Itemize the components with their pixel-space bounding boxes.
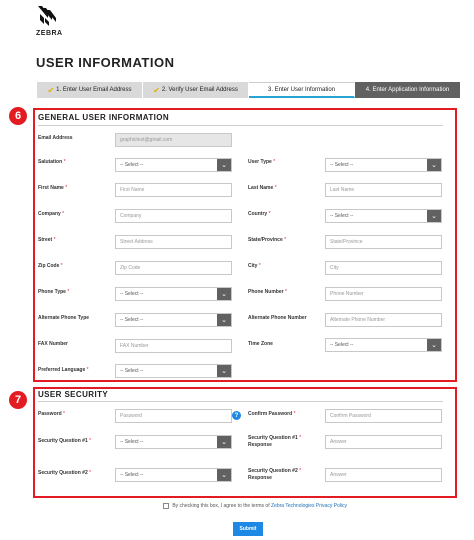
zip-input[interactable]: Zip Code bbox=[115, 261, 232, 275]
phone-type-label: Phone Type * bbox=[38, 289, 70, 295]
zip-label: Zip Code * bbox=[38, 263, 63, 269]
country-label: Country * bbox=[248, 211, 271, 217]
zebra-logo-text: ZEBRA bbox=[36, 30, 63, 37]
privacy-policy-link[interactable]: Zebra Technologies Privacy Policy bbox=[271, 503, 347, 509]
time-zone-label: Time Zone bbox=[248, 341, 273, 347]
company-label: Company * bbox=[38, 211, 65, 217]
user-type-select[interactable]: -- Select -- ⌄ bbox=[325, 158, 442, 172]
step-1-label: 1. Enter User Email Address bbox=[56, 87, 132, 93]
chevron-down-icon: ⌄ bbox=[427, 210, 441, 222]
phone-number-label: Phone Number * bbox=[248, 289, 287, 295]
city-input[interactable]: City bbox=[325, 261, 442, 275]
confirm-password-label: Confirm Password * bbox=[248, 411, 296, 417]
security-q2-label: Security Question #2 * bbox=[38, 470, 92, 476]
step-3-label: 3. Enter User Information bbox=[267, 86, 336, 93]
chevron-down-icon: ⌄ bbox=[217, 288, 231, 300]
fax-input[interactable]: FAX Number bbox=[115, 339, 232, 353]
page-title: USER INFORMATION bbox=[36, 55, 175, 70]
security-q1-answer-input[interactable]: Answer bbox=[325, 435, 442, 449]
phone-number-input[interactable]: Phone Number bbox=[325, 287, 442, 301]
progress-steps: ✔ 1. Enter User Email Address ✔ 2. Verif… bbox=[37, 82, 460, 98]
email-field: graphictest@gmail.com bbox=[115, 133, 232, 147]
language-select[interactable]: -- Select -- ⌄ bbox=[115, 364, 232, 378]
step-1[interactable]: ✔ 1. Enter User Email Address bbox=[37, 82, 143, 98]
first-name-input[interactable]: First Name bbox=[115, 183, 232, 197]
consent-checkbox[interactable] bbox=[162, 502, 169, 509]
security-q1-response-label: Security Question #1 * Response bbox=[248, 435, 302, 448]
chevron-down-icon: ⌄ bbox=[217, 159, 231, 171]
password-input[interactable]: Password bbox=[115, 409, 232, 423]
state-label: State/Province * bbox=[248, 237, 287, 243]
security-q2-select[interactable]: -- Select -- ⌄ bbox=[115, 468, 232, 482]
company-input[interactable]: Company bbox=[115, 209, 232, 223]
section-divider bbox=[38, 401, 443, 402]
security-q1-label: Security Question #1 * bbox=[38, 438, 92, 444]
password-label: Password * bbox=[38, 411, 65, 417]
check-icon: ✔ bbox=[153, 85, 160, 95]
confirm-password-input[interactable]: Confirm Password bbox=[325, 409, 442, 423]
submit-button[interactable]: Submit bbox=[233, 522, 263, 536]
last-name-label: Last Name * bbox=[248, 185, 277, 191]
first-name-label: First Name * bbox=[38, 185, 68, 191]
alt-phone-type-select[interactable]: -- Select -- ⌄ bbox=[115, 313, 232, 327]
consent-row: By checking this box, I agree to the ter… bbox=[150, 502, 360, 510]
fax-label: FAX Number bbox=[38, 341, 69, 347]
help-icon[interactable]: ? bbox=[232, 411, 241, 420]
chevron-down-icon: ⌄ bbox=[217, 469, 231, 481]
alt-phone-number-input[interactable]: Alternate Phone Number bbox=[325, 313, 442, 327]
street-input[interactable]: Street Address bbox=[115, 235, 232, 249]
chevron-down-icon: ⌄ bbox=[217, 314, 231, 326]
email-label: Email Address bbox=[38, 135, 73, 141]
consent-text: By checking this box, I agree to the ter… bbox=[172, 503, 270, 509]
security-section-title: USER SECURITY bbox=[38, 390, 109, 399]
step-4-label: 4. Enter Application Information bbox=[365, 87, 450, 93]
general-section-title: GENERAL USER INFORMATION bbox=[38, 113, 170, 122]
callout-badge-6: 6 bbox=[9, 107, 27, 125]
state-input[interactable]: State/Province bbox=[325, 235, 442, 249]
language-label: Preferred Language * bbox=[38, 367, 89, 373]
chevron-down-icon: ⌄ bbox=[217, 365, 231, 377]
phone-type-select[interactable]: -- Select -- ⌄ bbox=[115, 287, 232, 301]
time-zone-select[interactable]: -- Select -- ⌄ bbox=[325, 338, 442, 352]
chevron-down-icon: ⌄ bbox=[217, 436, 231, 448]
step-4[interactable]: 4. Enter Application Information bbox=[355, 82, 460, 98]
security-q2-response-label: Security Question #2 * Response bbox=[248, 468, 302, 481]
street-label: Street * bbox=[38, 237, 56, 243]
section-divider bbox=[38, 125, 443, 126]
alt-phone-number-label: Alternate Phone Number bbox=[248, 315, 307, 321]
step-3[interactable]: 3. Enter User Information bbox=[249, 82, 355, 98]
step-2[interactable]: ✔ 2. Verify User Email Address bbox=[143, 82, 249, 98]
security-q1-select[interactable]: -- Select -- ⌄ bbox=[115, 435, 232, 449]
alt-phone-type-label: Alternate Phone Type bbox=[38, 315, 90, 321]
callout-badge-7: 7 bbox=[9, 391, 27, 409]
city-label: City * bbox=[248, 263, 261, 269]
user-type-label: User Type * bbox=[248, 159, 276, 165]
salutation-select[interactable]: -- Select -- ⌄ bbox=[115, 158, 232, 172]
step-2-label: 2. Verify User Email Address bbox=[161, 87, 238, 93]
security-q2-answer-input[interactable]: Answer bbox=[325, 468, 442, 482]
country-select[interactable]: -- Select -- ⌄ bbox=[325, 209, 442, 223]
zebra-logo-icon bbox=[38, 6, 56, 26]
last-name-input[interactable]: Last Name bbox=[325, 183, 442, 197]
chevron-down-icon: ⌄ bbox=[427, 339, 441, 351]
salutation-label: Salutation * bbox=[38, 159, 66, 165]
chevron-down-icon: ⌄ bbox=[427, 159, 441, 171]
check-icon: ✔ bbox=[47, 85, 55, 95]
